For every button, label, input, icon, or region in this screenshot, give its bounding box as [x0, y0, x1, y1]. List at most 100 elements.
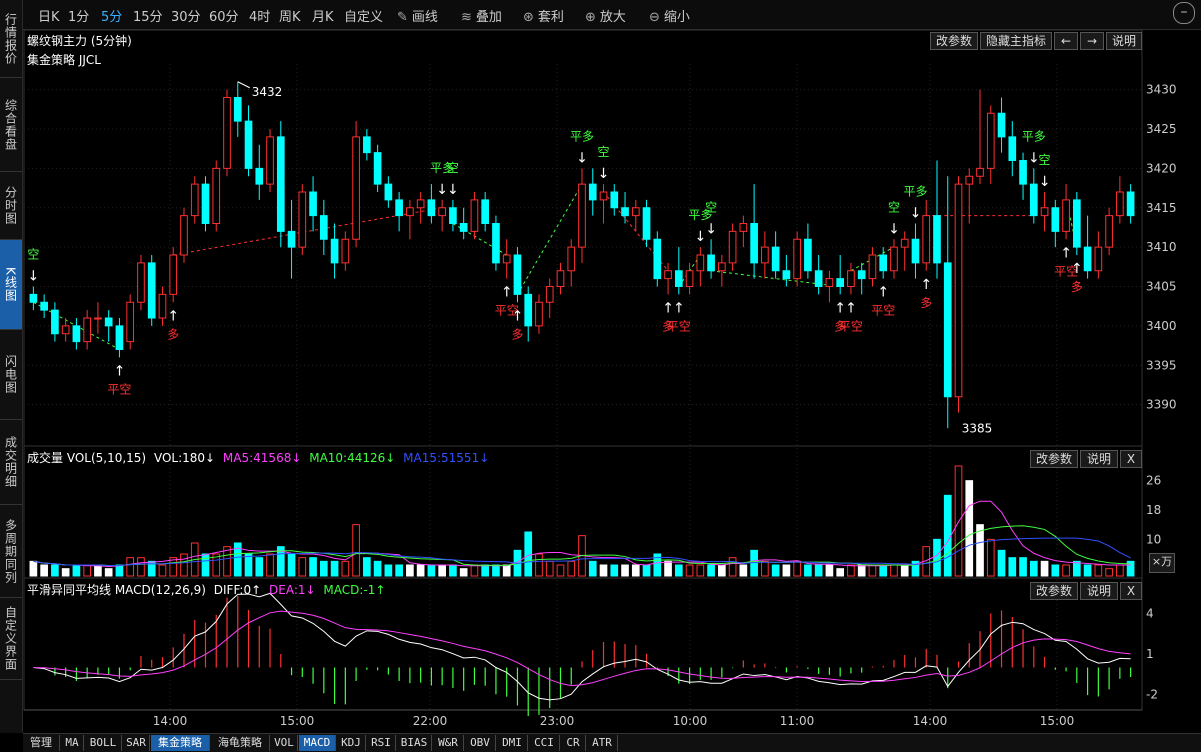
candle-body-18 [223, 97, 231, 169]
vol-bar-8 [115, 564, 124, 577]
indicator-tab-5[interactable]: 海龟策略 [211, 735, 270, 751]
indicator-tab-3[interactable]: SAR [123, 735, 150, 751]
candle-body-50 [567, 246, 576, 272]
vol-bar-21 [255, 557, 264, 577]
macd-change-params-button[interactable]: 改参数 [1030, 582, 1078, 600]
indicator-tab-14[interactable]: CCI [529, 735, 560, 751]
arrow-left-button[interactable]: ← [1054, 32, 1078, 50]
candle-body-81 [900, 238, 909, 248]
vol-bar-43 [492, 564, 500, 577]
vol-bar-61 [685, 564, 694, 577]
vol-bar-71 [793, 560, 801, 577]
ma5-value: MA5:41568↓ [222, 451, 302, 465]
indicator-tab-15[interactable]: CR [561, 735, 586, 751]
macd-tick-2: 4 [1146, 607, 1154, 621]
vol-bar-57 [642, 564, 651, 577]
indicator-tab-11[interactable]: W&R [433, 735, 464, 751]
vol-bar-41 [470, 564, 479, 577]
candle-body-4 [72, 325, 81, 343]
arrow-right-button[interactable]: → [1080, 32, 1104, 50]
indicator-tab-8[interactable]: KDJ [337, 735, 366, 751]
signal-label-0: 空 [27, 248, 39, 262]
candle-body-60 [674, 270, 683, 287]
signal-label-16: 空 [888, 200, 900, 214]
price-tick-3: 3405 [1146, 280, 1177, 294]
macd-title: 平滑异同平均线 MACD(12,26,9) [27, 583, 206, 597]
candle-body-95 [1051, 207, 1060, 232]
candle-body-98 [1083, 246, 1092, 272]
candle-body-21 [255, 167, 264, 185]
vol-close-button[interactable]: X [1120, 450, 1142, 468]
candle-body-63 [707, 254, 715, 272]
arrow-up-icon-5: ↑ [501, 285, 513, 301]
candle-body-75 [836, 278, 845, 287]
vol-bar-55 [621, 564, 629, 577]
vol-help-button[interactable]: 说明 [1080, 450, 1118, 468]
vol-bar-72 [804, 564, 812, 577]
candle-body-86 [954, 183, 963, 398]
vol-bar-95 [1051, 564, 1060, 577]
indicator-tab-13[interactable]: DMI [497, 735, 528, 751]
indicator-tab-2[interactable]: BOLL [85, 735, 122, 751]
arrow-up-icon-10: ↑ [673, 300, 685, 316]
signal-label-1: 平空 [107, 382, 131, 396]
low-price-label: 3385 [962, 421, 993, 435]
candle-body-34 [395, 199, 403, 217]
candle-body-3 [61, 325, 70, 335]
vol-bar-68 [761, 560, 769, 577]
arrow-up-icon-14: ↑ [845, 300, 857, 316]
candle-body-2 [51, 309, 59, 335]
help-button[interactable]: 说明 [1106, 32, 1142, 50]
indicator-tab-4[interactable]: 集金策略 [151, 735, 210, 751]
vol-change-params-button[interactable]: 改参数 [1030, 450, 1078, 468]
candle-body-8 [115, 325, 124, 350]
candle-body-26 [309, 191, 317, 217]
candle-body-68 [761, 246, 769, 264]
hide-main-indicator-button[interactable]: 隐藏主指标 [980, 32, 1052, 50]
candle-body-5 [83, 317, 91, 343]
price-tick-7: 3425 [1146, 122, 1177, 136]
change-params-button[interactable]: 改参数 [930, 32, 978, 50]
macd-value: MACD:-1↑ [323, 583, 386, 597]
candle-body-65 [728, 230, 737, 264]
indicator-tab-16[interactable]: ATR [587, 735, 618, 751]
vol-bar-98 [1083, 564, 1092, 577]
candle-body-52 [588, 183, 597, 201]
vol-bar-35 [406, 564, 414, 577]
indicator-tab-0[interactable]: 管理 [23, 735, 60, 751]
vol-bar-74 [825, 564, 834, 577]
vol-bar-39 [449, 564, 457, 577]
vol-bar-47 [535, 553, 543, 577]
vol-bar-85 [943, 494, 952, 577]
candle-body-27 [319, 215, 328, 240]
candle-body-20 [244, 120, 253, 169]
candle-body-15 [190, 183, 199, 217]
candle-body-82 [911, 238, 920, 264]
indicator-tab-9[interactable]: RSI [367, 735, 396, 751]
vol-bar-30 [352, 524, 360, 577]
candle-body-62 [696, 254, 705, 272]
vol-bar-59 [664, 560, 672, 577]
ma15-value: MA15:51551↓ [403, 451, 490, 465]
candle-body-90 [997, 112, 1006, 138]
indicator-tab-1[interactable]: MA [61, 735, 84, 751]
macd-close-button[interactable]: X [1120, 582, 1142, 600]
vol-bar-37 [427, 564, 436, 577]
vol-bar-1 [40, 564, 48, 577]
instrument-title: 螺纹钢主力 (5分钟) [27, 34, 132, 48]
vol-bar-66 [739, 564, 748, 577]
candle-body-70 [782, 270, 791, 280]
time-tick-1: 15:00 [280, 714, 315, 728]
signal-label-10: 平空 [667, 319, 691, 333]
macd-tick-1: 1 [1146, 647, 1154, 661]
diff-value: DIFF:0↑ [213, 583, 262, 597]
indicator-tab-10[interactable]: BIAS [397, 735, 432, 751]
candle-body-35 [406, 207, 414, 217]
indicator-tab-7[interactable]: MACD [299, 735, 336, 751]
candle-body-93 [1029, 183, 1038, 217]
macd-help-button[interactable]: 说明 [1080, 582, 1118, 600]
indicator-tab-6[interactable]: VOL [271, 735, 298, 751]
indicator-tab-12[interactable]: OBV [465, 735, 496, 751]
vol-bar-81 [900, 564, 909, 577]
vol-bar-24 [287, 553, 296, 577]
